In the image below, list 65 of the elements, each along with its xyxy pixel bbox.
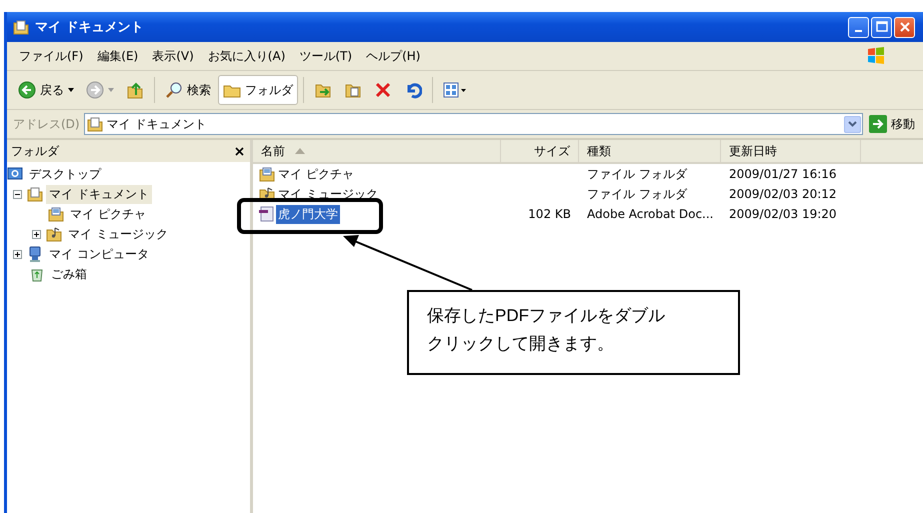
column-header[interactable]: 名前 — [253, 140, 501, 162]
modified-date: 2009/02/03 19:20 — [728, 207, 838, 221]
window-title: マイ ドキュメント — [35, 19, 145, 36]
dropdown-caret-icon — [108, 88, 114, 92]
modified-date: 2009/01/27 16:16 — [728, 167, 838, 181]
callout-text: 保存したPDFファイルをダブルクリックして開きます。 — [407, 290, 740, 375]
windows-flag-icon — [865, 45, 887, 67]
menu-item[interactable]: 編集(E) — [91, 46, 144, 66]
address-dropdown-button[interactable] — [844, 116, 861, 132]
close-icon — [235, 146, 244, 156]
music-folder-icon — [46, 226, 62, 242]
dropdown-caret-icon — [68, 88, 74, 92]
sort-ascending-icon — [295, 148, 305, 154]
address-field[interactable]: マイ ドキュメント — [84, 113, 863, 135]
up-folder-icon — [126, 81, 144, 99]
pictures-folder-icon — [259, 166, 275, 182]
documents-folder-icon — [86, 116, 103, 132]
column-header[interactable]: サイズ — [501, 140, 579, 162]
tree-item[interactable]: マイ ミュージック — [65, 224, 171, 244]
pictures-folder-icon — [48, 206, 64, 222]
close-pane-button[interactable] — [235, 146, 244, 156]
go-button[interactable]: 移動 — [867, 115, 917, 133]
file-name[interactable]: 虎ノ門大学 — [276, 204, 340, 224]
tree-item[interactable]: ごみ箱 — [48, 264, 90, 284]
pdf-file-icon — [259, 206, 275, 222]
address-label: アドレス(D) — [13, 116, 80, 132]
file-type: Adobe Acrobat Doc... — [586, 207, 714, 221]
plus-icon — [33, 230, 40, 238]
computer-icon — [27, 246, 43, 262]
tree-item[interactable]: デスクトップ — [26, 164, 104, 184]
menu-item[interactable]: ヘルプ(H) — [360, 46, 426, 66]
file-size: 102 KB — [527, 207, 572, 221]
menu-item[interactable]: ファイル(F) — [13, 46, 90, 66]
search-icon — [165, 81, 183, 99]
minimize-button[interactable] — [848, 16, 869, 38]
close-icon — [898, 20, 912, 34]
delete-icon — [374, 81, 392, 99]
expand-button[interactable] — [32, 230, 41, 238]
column-header[interactable]: 更新日時 — [721, 140, 861, 162]
documents-folder-icon — [27, 186, 43, 202]
maximize-button[interactable] — [871, 16, 892, 38]
menu-item[interactable]: 表示(V) — [146, 46, 200, 66]
views-grid-icon — [443, 81, 467, 99]
column-header[interactable]: 種類 — [579, 140, 721, 162]
modified-date: 2009/02/03 20:12 — [728, 187, 838, 201]
file-type: ファイル フォルダ — [586, 186, 688, 202]
pane-title: フォルダ — [11, 142, 59, 160]
search-button[interactable]: 検索 — [160, 75, 216, 105]
documents-folder-icon — [13, 19, 29, 35]
tree-item[interactable]: マイ ピクチャ — [67, 204, 149, 224]
back-button[interactable]: 戻る — [13, 75, 79, 105]
chevron-down-icon — [848, 121, 857, 127]
collapse-button[interactable] — [13, 190, 22, 198]
tree-item[interactable]: マイ ドキュメント — [46, 184, 152, 204]
close-button[interactable] — [894, 16, 915, 38]
menu-item[interactable]: ツール(T) — [293, 46, 358, 66]
expand-button[interactable] — [13, 250, 22, 258]
file-type: ファイル フォルダ — [586, 166, 688, 182]
maximize-icon — [874, 20, 888, 34]
plus-icon — [14, 250, 21, 258]
menu-item[interactable]: お気に入り(A) — [202, 46, 292, 66]
folders-button[interactable]: フォルダ — [218, 75, 298, 105]
minimize-icon — [855, 30, 862, 32]
tree-item[interactable]: マイ コンピュータ — [46, 244, 152, 264]
file-name[interactable]: マイ ピクチャ — [276, 164, 356, 184]
